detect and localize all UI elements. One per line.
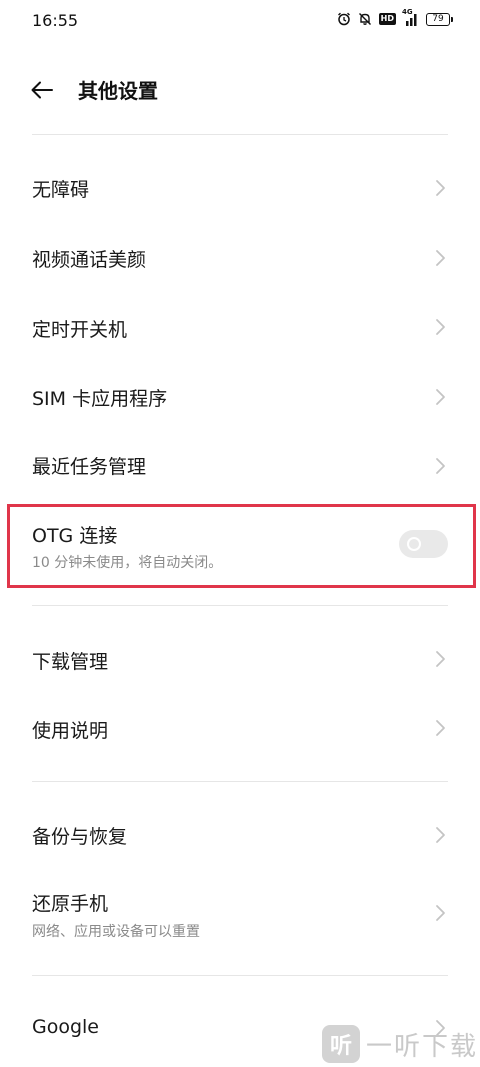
chevron-right-icon	[436, 458, 445, 474]
list-item-title: 还原手机	[32, 893, 109, 915]
list-item-title: 下载管理	[32, 651, 109, 673]
list-item-accessibility[interactable]: 无障碍	[0, 153, 480, 223]
chevron-right-icon	[436, 319, 445, 335]
header: 其他设置	[0, 58, 480, 122]
status-time: 16:55	[32, 11, 79, 30]
list-item-sim-apps[interactable]: SIM 卡应用程序	[0, 362, 480, 432]
list-item-title: Google	[32, 1016, 100, 1038]
list-item-title: 使用说明	[32, 720, 109, 742]
divider	[32, 781, 448, 782]
list-item-subtitle: 网络、应用或设备可以重置	[32, 924, 200, 940]
status-icons: HD 4G 79	[337, 8, 453, 26]
divider	[32, 605, 448, 606]
list-item-download-manager[interactable]: 下载管理	[0, 625, 480, 694]
divider	[32, 134, 448, 135]
divider	[32, 975, 448, 976]
back-button[interactable]	[22, 72, 62, 108]
list-item-title: 视频通话美颜	[32, 249, 147, 271]
chevron-right-icon	[436, 651, 445, 667]
list-item-recent-tasks[interactable]: 最近任务管理	[0, 432, 480, 500]
chevron-right-icon	[436, 905, 445, 921]
chevron-right-icon	[436, 720, 445, 736]
signal-icon: 4G	[402, 8, 419, 26]
mute-icon	[358, 12, 372, 26]
highlight-frame	[7, 504, 476, 588]
list-item-title: SIM 卡应用程序	[32, 388, 168, 410]
list-item-title: 最近任务管理	[32, 456, 147, 478]
list-item-reset-phone[interactable]: 还原手机 网络、应用或设备可以重置	[0, 870, 480, 958]
watermark: 听 一听下载	[322, 1022, 480, 1066]
chevron-right-icon	[436, 827, 445, 843]
network-type: 4G	[402, 8, 413, 16]
watermark-logo: 听	[322, 1025, 360, 1063]
list-item-title: 无障碍	[32, 179, 90, 201]
watermark-text: 一听下载	[366, 1031, 479, 1062]
list-item-backup-restore[interactable]: 备份与恢复	[0, 800, 480, 870]
list-item-user-guide[interactable]: 使用说明	[0, 694, 480, 764]
arrow-left-icon	[31, 81, 53, 99]
chevron-right-icon	[436, 389, 445, 405]
battery-icon: 79	[426, 12, 453, 26]
list-item-title: 备份与恢复	[32, 826, 128, 848]
list-item-title: 定时开关机	[32, 319, 128, 341]
page-title: 其他设置	[78, 79, 158, 103]
chevron-right-icon	[436, 180, 445, 196]
chevron-right-icon	[436, 250, 445, 266]
alarm-icon	[337, 12, 351, 26]
hd-icon: HD	[378, 13, 396, 25]
list-item-scheduled-power[interactable]: 定时开关机	[0, 293, 480, 362]
list-item-video-call-beauty[interactable]: 视频通话美颜	[0, 223, 480, 293]
status-bar: 16:55 HD 4G 79	[0, 0, 480, 44]
